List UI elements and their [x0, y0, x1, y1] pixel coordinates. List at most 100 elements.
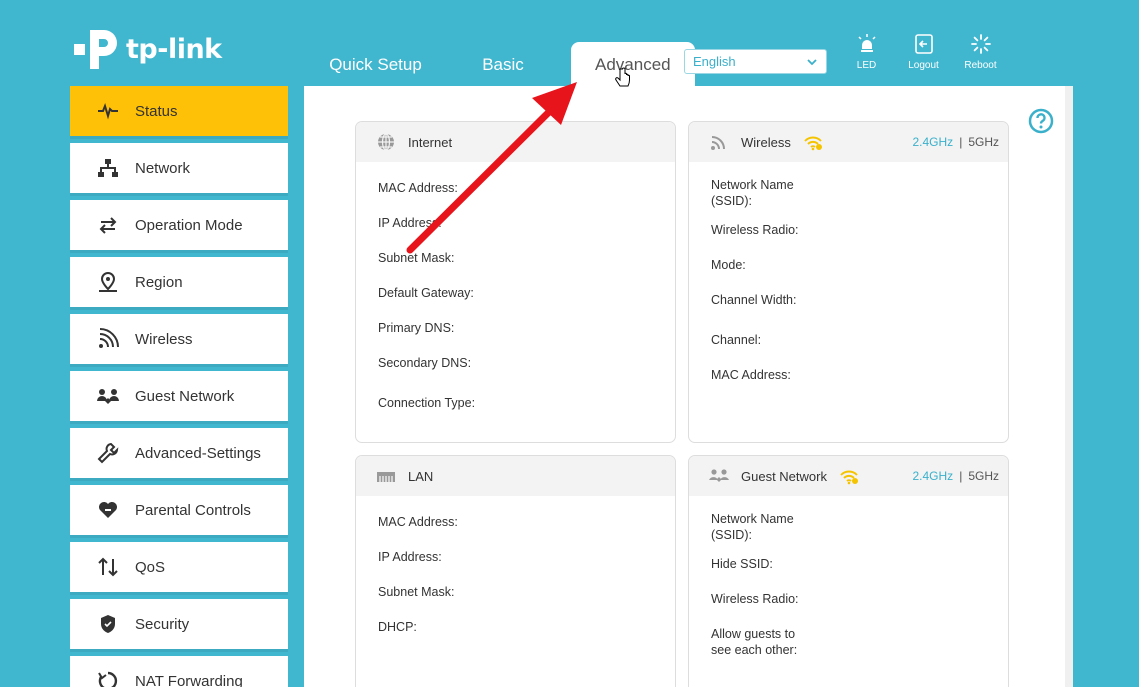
sidebar-item-label: Security: [135, 615, 190, 633]
swap-icon: [99, 217, 117, 234]
sidebar-item-guest-network[interactable]: Guest Network: [70, 371, 288, 421]
nat-icon: [98, 671, 118, 687]
wireless-card-title: Wireless: [741, 134, 791, 150]
sidebar-item-label: Region: [135, 273, 183, 291]
internet-card: Internet MAC Address: IP Address: Subnet…: [355, 121, 676, 443]
sidebar-item-label: Status: [135, 102, 178, 120]
wireless-band-24ghz[interactable]: 2.4GHz: [913, 135, 954, 149]
sidebar-item-security[interactable]: Security: [70, 599, 288, 649]
guest-ssid-label: Network Name (SSID):: [711, 512, 794, 542]
sidebar-item-label: QoS: [135, 558, 166, 576]
guest-network-card: Guest Network 2.4GHz | 5GHz Network Name…: [688, 455, 1009, 687]
wireless-channel-width-label: Channel Width:: [711, 293, 797, 307]
sidebar-item-wireless[interactable]: Wireless: [70, 314, 288, 364]
internet-card-header: Internet: [356, 122, 675, 162]
tab-quick-setup[interactable]: Quick Setup: [298, 42, 453, 87]
sidebar-item-label: Network: [135, 159, 191, 177]
reboot-button[interactable]: Reboot: [952, 33, 1009, 71]
lan-card: LAN MAC Address: IP Address: Subnet Mask…: [355, 455, 676, 687]
sidebar-item-operation-mode[interactable]: Operation Mode: [70, 200, 288, 250]
sidebar-item-label: Operation Mode: [135, 216, 243, 234]
reboot-label: Reboot: [964, 60, 997, 71]
wireless-mode-label: Mode:: [711, 258, 746, 272]
lightbulb-icon: [857, 34, 876, 52]
sidebar-item-status[interactable]: Status: [70, 86, 288, 136]
wireless-card-header: Wireless 2.4GHz | 5GHz: [689, 122, 1008, 162]
sidebar-item-qos[interactable]: QoS: [70, 542, 288, 592]
sidebar-item-label: Guest Network: [135, 387, 235, 405]
guest-hide-ssid-label: Hide SSID:: [711, 557, 773, 571]
led-label: LED: [856, 60, 877, 71]
lan-subnet-label: Subnet Mask:: [378, 585, 455, 599]
internet-gateway-label: Default Gateway:: [378, 286, 474, 300]
guest-band-24ghz[interactable]: 2.4GHz: [913, 469, 954, 483]
guests-icon: [709, 469, 729, 482]
tab-advanced[interactable]: Advanced: [571, 42, 695, 87]
wifi-status-icon: [840, 470, 858, 485]
guest-band-5ghz[interactable]: 5GHz: [968, 469, 999, 483]
language-select[interactable]: English: [684, 49, 827, 74]
scrollbar-track[interactable]: [1065, 86, 1073, 687]
guest-card-title: Guest Network: [741, 468, 827, 484]
sidebar-item-parental-controls[interactable]: Parental Controls: [70, 485, 288, 535]
lan-ip-label: IP Address:: [378, 550, 442, 564]
sidebar-item-label: NAT Forwarding: [135, 672, 243, 687]
internet-primary-dns-label: Primary DNS:: [378, 321, 455, 335]
pulse-icon: [98, 102, 118, 120]
wireless-ssid-label: Network Name (SSID):: [711, 178, 794, 208]
tp-link-logo: tp-link: [70, 24, 222, 74]
guest-band-switch: 2.4GHz | 5GHz: [913, 469, 1000, 483]
globe-icon: [378, 133, 394, 151]
lan-card-title: LAN: [408, 468, 434, 484]
logo-text: tp-link: [126, 33, 222, 65]
lan-card-header: LAN: [356, 456, 675, 496]
sidebar-item-network[interactable]: Network: [70, 143, 288, 193]
wireless-card: Wireless 2.4GHz | 5GHz Network Name (SSI…: [688, 121, 1009, 443]
location-pin-icon: [99, 271, 117, 292]
led-button[interactable]: LED: [838, 33, 895, 71]
help-icon[interactable]: [1028, 108, 1054, 134]
internet-connection-type-label: Connection Type:: [378, 396, 476, 410]
guest-allow-guests-label: Allow guests to see each other:: [711, 627, 798, 657]
wireless-mac-label: MAC Address:: [711, 368, 791, 382]
logout-icon: [914, 34, 933, 54]
internet-secondary-dns-label: Secondary DNS:: [378, 356, 472, 370]
wifi-signal-icon: [711, 136, 725, 150]
network-icon: [98, 159, 118, 177]
heart-icon: [99, 502, 117, 518]
reboot-icon: [970, 34, 991, 54]
wrench-icon: [97, 442, 119, 464]
wireless-band-5ghz[interactable]: 5GHz: [968, 135, 999, 149]
wireless-channel-label: Channel:: [711, 333, 762, 347]
up-down-arrows-icon: [98, 557, 118, 577]
internet-mac-label: MAC Address:: [378, 181, 458, 195]
logout-label: Logout: [908, 60, 939, 71]
band-separator: |: [959, 135, 963, 149]
sidebar-item-label: Wireless: [135, 330, 193, 348]
internet-card-title: Internet: [408, 134, 453, 150]
guest-radio-label: Wireless Radio:: [711, 592, 799, 606]
shield-icon: [101, 615, 115, 633]
internet-subnet-label: Subnet Mask:: [378, 251, 455, 265]
sidebar-item-label: Parental Controls: [135, 501, 251, 519]
wifi-status-icon: [804, 136, 822, 151]
wifi-signal-icon: [99, 328, 119, 348]
sidebar-item-region[interactable]: Region: [70, 257, 288, 307]
tp-link-logo-icon: [74, 30, 117, 69]
sidebar-item-nat-forwarding[interactable]: NAT Forwarding: [70, 656, 288, 687]
guest-card-header: Guest Network 2.4GHz | 5GHz: [689, 456, 1008, 496]
guests-icon: [97, 389, 119, 404]
wireless-band-switch: 2.4GHz | 5GHz: [913, 135, 1000, 149]
sidebar-item-label: Advanced-Settings: [135, 444, 261, 462]
chevron-down-icon: [807, 58, 817, 65]
logout-button[interactable]: Logout: [895, 33, 952, 71]
main-tabs: Quick Setup Basic Advanced: [298, 42, 695, 87]
sidebar-item-advanced-settings[interactable]: Advanced-Settings: [70, 428, 288, 478]
wireless-radio-label: Wireless Radio:: [711, 223, 799, 237]
tab-basic[interactable]: Basic: [453, 42, 553, 87]
lan-dhcp-label: DHCP:: [378, 620, 417, 634]
band-separator: |: [959, 469, 963, 483]
lan-mac-label: MAC Address:: [378, 515, 458, 529]
top-toolbar: LED Logout Reboot: [838, 33, 1009, 71]
internet-ip-label: IP Address:: [378, 216, 442, 230]
